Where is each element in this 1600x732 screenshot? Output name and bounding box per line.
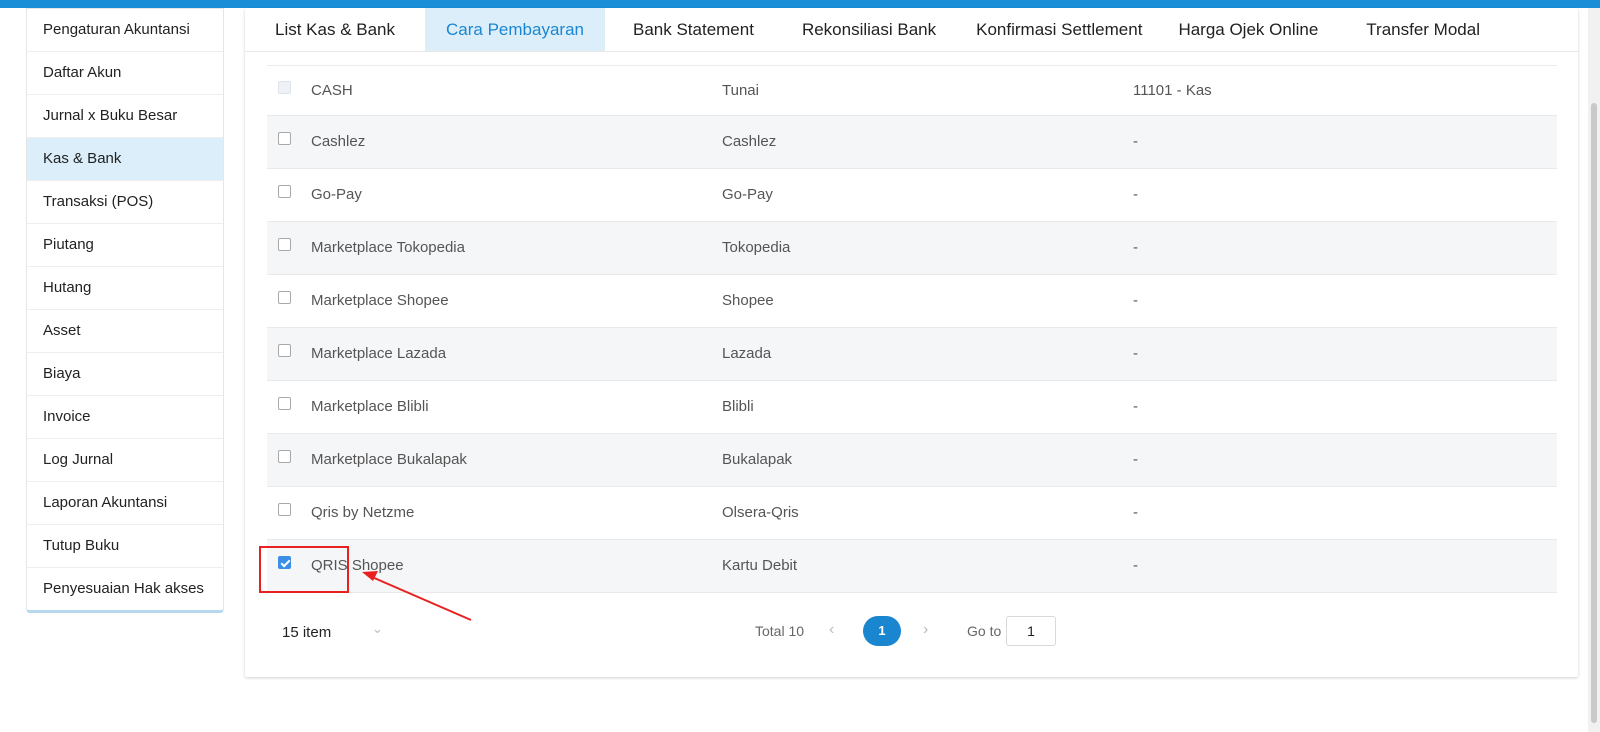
tab-list-kas-bank[interactable]: List Kas & Bank [245, 8, 425, 51]
sidebar-item-invoice[interactable]: Invoice [27, 396, 223, 439]
row-checkbox[interactable] [278, 450, 291, 463]
main-panel: List Kas & Bank Cara Pembayaran Bank Sta… [245, 8, 1578, 677]
sidebar-item-penyesuaian-hak-akses[interactable]: Penyesuaian Hak akses [27, 568, 223, 610]
top-accent-bar [0, 0, 1600, 8]
table-row: CASH Tunai 11101 - Kas [267, 65, 1557, 116]
row-checkbox[interactable] [278, 397, 291, 410]
sidebar-item-pengaturan-akuntansi[interactable]: Pengaturan Akuntansi [27, 9, 223, 52]
tab-transfer-modal[interactable]: Transfer Modal [1344, 8, 1480, 51]
pagination-bar: 15 item ⌄ Total 10 ‹ 1 › Go to [245, 608, 1578, 648]
tab-cara-pembayaran[interactable]: Cara Pembayaran [425, 8, 605, 51]
page-button-current[interactable]: 1 [863, 616, 901, 646]
chevron-down-icon[interactable]: ⌄ [372, 621, 383, 637]
table-row: Marketplace Blibli Blibli - [267, 381, 1557, 434]
table-row: Marketplace Tokopedia Tokopedia - [267, 222, 1557, 275]
tab-konfirmasi-settlement[interactable]: Konfirmasi Settlement [956, 8, 1160, 51]
sidebar-item-kas-bank[interactable]: Kas & Bank [27, 138, 223, 181]
highlight-box [259, 546, 349, 593]
sidebar-item-laporan-akuntansi[interactable]: Laporan Akuntansi [27, 482, 223, 525]
sidebar-menu: Pengaturan Akuntansi Daftar Akun Jurnal … [26, 8, 224, 613]
payment-name: Marketplace Blibli [311, 398, 429, 415]
row-checkbox[interactable] [278, 291, 291, 304]
tab-harga-ojek-online[interactable]: Harga Ojek Online [1160, 8, 1344, 51]
sidebar-item-tutup-buku[interactable]: Tutup Buku [27, 525, 223, 568]
row-checkbox[interactable] [278, 503, 291, 516]
payment-name: Marketplace Lazada [311, 345, 447, 362]
payment-type: Cashlez [722, 133, 777, 150]
sidebar-item-biaya[interactable]: Biaya [27, 353, 223, 396]
payment-account: - [1133, 451, 1138, 468]
goto-label: Go to [967, 623, 1002, 639]
sidebar-item-asset[interactable]: Asset [27, 310, 223, 353]
row-checkbox [278, 81, 291, 94]
payment-type: Kartu Debit [722, 557, 798, 574]
payment-name: CASH [311, 82, 353, 99]
row-checkbox[interactable] [278, 238, 291, 251]
tab-bar: List Kas & Bank Cara Pembayaran Bank Sta… [245, 8, 1578, 52]
payment-account: - [1133, 133, 1138, 150]
payment-name: Marketplace Shopee [311, 292, 449, 309]
table-row: Qris by Netzme Olsera-Qris - [267, 487, 1557, 540]
table-row: Go-Pay Go-Pay - [267, 169, 1557, 222]
row-checkbox[interactable] [278, 132, 291, 145]
row-checkbox[interactable] [278, 185, 291, 198]
payment-type: Tunai [722, 82, 759, 99]
sidebar-item-hutang[interactable]: Hutang [27, 267, 223, 310]
tab-rekonsiliasi-bank[interactable]: Rekonsiliasi Bank [778, 8, 956, 51]
scrollbar-thumb[interactable] [1591, 103, 1597, 723]
table-row: QRIS Shopee Kartu Debit - [267, 540, 1557, 593]
table-row: Marketplace Shopee Shopee - [267, 275, 1557, 328]
payment-account: - [1133, 186, 1138, 203]
page-size-select[interactable]: 15 item [282, 624, 331, 641]
payment-account: - [1133, 239, 1138, 256]
payment-type: Go-Pay [722, 186, 773, 203]
sidebar-item-jurnal-buku-besar[interactable]: Jurnal x Buku Besar [27, 95, 223, 138]
payment-name: Go-Pay [311, 186, 362, 203]
payment-account: 11101 - Kas [1133, 82, 1212, 99]
sidebar-item-daftar-akun[interactable]: Daftar Akun [27, 52, 223, 95]
payment-account: - [1133, 292, 1138, 309]
total-count: Total 10 [755, 623, 805, 639]
payment-name: Cashlez [311, 133, 366, 150]
table-row: Marketplace Lazada Lazada - [267, 328, 1557, 381]
chevron-left-icon[interactable]: ‹ [829, 621, 834, 639]
sidebar-item-log-jurnal[interactable]: Log Jurnal [27, 439, 223, 482]
sidebar-item-piutang[interactable]: Piutang [27, 224, 223, 267]
payment-name: Marketplace Tokopedia [311, 239, 465, 256]
payment-methods-table: CASH Tunai 11101 - Kas Cashlez Cashlez -… [267, 65, 1557, 593]
payment-type: Olsera-Qris [722, 504, 799, 521]
payment-account: - [1133, 398, 1138, 415]
payment-name: Qris by Netzme [311, 504, 415, 521]
table-row: Cashlez Cashlez - [267, 116, 1557, 169]
payment-account: - [1133, 504, 1138, 521]
chevron-right-icon[interactable]: › [923, 621, 928, 639]
payment-type: Lazada [722, 345, 772, 362]
payment-type: Shopee [722, 292, 774, 309]
payment-name: Marketplace Bukalapak [311, 451, 467, 468]
payment-type: Bukalapak [722, 451, 793, 468]
payment-account: - [1133, 345, 1138, 362]
payment-account: - [1133, 557, 1138, 574]
page-scrollbar[interactable] [1588, 8, 1600, 732]
table-row: Marketplace Bukalapak Bukalapak - [267, 434, 1557, 487]
sidebar-item-transaksi-pos[interactable]: Transaksi (POS) [27, 181, 223, 224]
row-checkbox[interactable] [278, 344, 291, 357]
payment-type: Blibli [722, 398, 754, 415]
payment-type: Tokopedia [722, 239, 791, 256]
goto-page-input[interactable] [1006, 616, 1056, 646]
tab-bank-statement[interactable]: Bank Statement [605, 8, 778, 51]
